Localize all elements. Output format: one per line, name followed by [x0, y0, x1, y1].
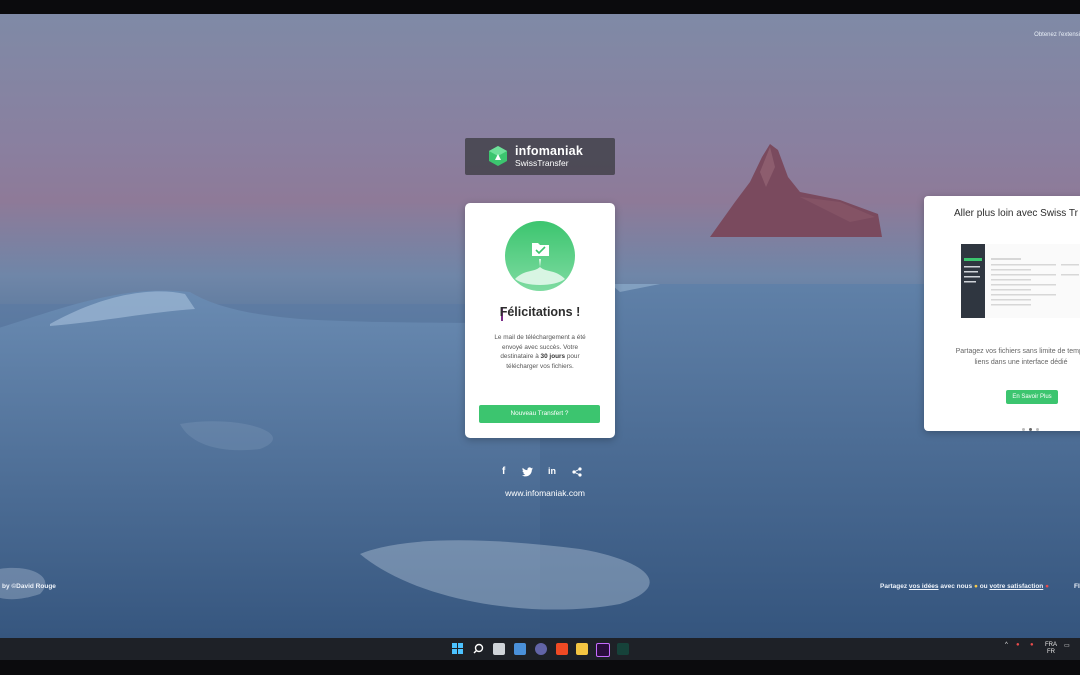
- promo-title: Aller plus loin avec Swiss Tr: [954, 208, 1078, 219]
- carousel-dot[interactable]: [1036, 428, 1039, 431]
- carousel-dot-active[interactable]: [1029, 428, 1032, 431]
- learn-more-button[interactable]: En Savoir Plus: [1006, 390, 1058, 404]
- windows-start-icon[interactable]: [452, 643, 463, 654]
- card-message: Le mail de téléchargement a été envoyé a…: [485, 333, 595, 372]
- language-code: FRA: [1045, 642, 1057, 648]
- windows-taskbar: ^ ● ● FRA FR ▭: [0, 638, 1080, 660]
- desktop-browser-view: Obtenez l'extensi infomaniak SwissTransf…: [0, 14, 1080, 638]
- feedback-footer: Partagez vos idées avec nous ● ou votre …: [880, 583, 1080, 590]
- logo-brand: infomaniak: [515, 144, 583, 158]
- satisfaction-link[interactable]: votre satisfaction: [989, 583, 1043, 590]
- infomaniak-site-link[interactable]: www.infomaniak.com: [485, 488, 605, 498]
- footer-text: ou: [977, 583, 990, 590]
- chat-icon[interactable]: [535, 643, 547, 655]
- new-transfer-button[interactable]: Nouveau Transfert ?: [479, 405, 600, 423]
- extension-link[interactable]: Obtenez l'extensi: [1034, 32, 1080, 38]
- language-selector[interactable]: FI: [1074, 583, 1080, 590]
- microphone-icon[interactable]: ●: [1030, 642, 1034, 648]
- network-icon[interactable]: ▭: [1064, 642, 1070, 649]
- message-bold: 30 jours: [540, 353, 566, 361]
- widgets-icon[interactable]: [514, 643, 526, 655]
- tray-chevron-icon[interactable]: ^: [1005, 642, 1008, 648]
- footer-text: Partagez: [880, 583, 909, 590]
- heart-icon: ●: [1045, 583, 1050, 590]
- carousel-dots[interactable]: [1022, 428, 1042, 432]
- mountain-peak: [710, 144, 882, 237]
- promo-text-line-1: Partagez vos fichiers sans limite de tem…: [955, 348, 1080, 355]
- app-icon[interactable]: [617, 643, 629, 655]
- letterbox-bottom: [0, 660, 1080, 675]
- footer-text: avec nous: [938, 583, 974, 590]
- ideas-link[interactable]: vos idées: [909, 583, 939, 590]
- success-card: Félicitations ! Le mail de téléchargemen…: [465, 203, 615, 438]
- facebook-icon[interactable]: f: [502, 466, 505, 477]
- promo-text-line-2: liens dans une interface dédié: [974, 359, 1068, 366]
- card-title: Félicitations !: [499, 305, 581, 319]
- logo-product: SwissTransfer: [515, 158, 569, 168]
- twitter-icon[interactable]: [522, 467, 533, 477]
- keyboard-layout: FR: [1047, 649, 1055, 655]
- tray-app-icon[interactable]: ●: [1016, 642, 1020, 648]
- premiere-icon[interactable]: [596, 643, 610, 657]
- app-preview-screenshot: [961, 244, 1080, 318]
- infomaniak-logo[interactable]: infomaniak SwissTransfer: [465, 138, 615, 175]
- file-explorer-icon[interactable]: [576, 643, 588, 655]
- carousel-dot[interactable]: [1022, 428, 1025, 431]
- brave-browser-icon[interactable]: [556, 643, 568, 655]
- search-icon[interactable]: [473, 643, 484, 654]
- language-indicator[interactable]: FRA FR: [1045, 642, 1057, 656]
- sent-folder-illustration-icon: [505, 221, 575, 291]
- promo-text: Partagez vos fichiers sans limite de tem…: [936, 346, 1080, 368]
- photo-credit: by ©David Rouge: [2, 583, 56, 590]
- task-view-icon[interactable]: [493, 643, 505, 655]
- promo-card: Aller plus loin avec Swiss Tr Partagez v: [924, 196, 1080, 431]
- share-icon[interactable]: [572, 467, 582, 477]
- social-links: f in: [496, 466, 586, 480]
- swisstransfer-cube-icon: [489, 146, 507, 166]
- linkedin-icon[interactable]: in: [548, 466, 556, 476]
